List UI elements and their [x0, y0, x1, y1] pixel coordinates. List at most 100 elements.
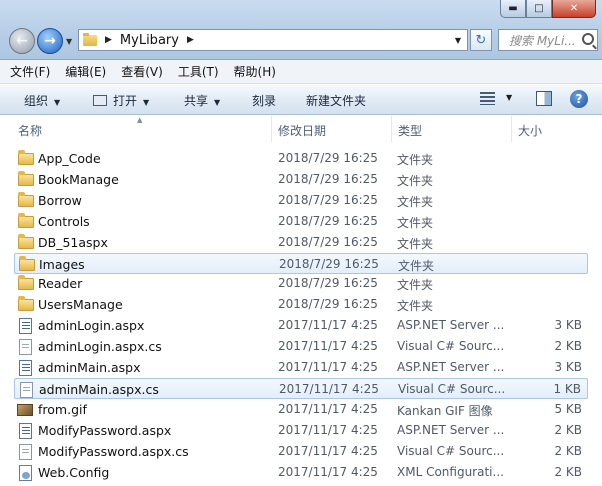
- file-name: BookManage: [38, 171, 119, 187]
- search-input[interactable]: 搜索 MyLi...: [498, 29, 598, 51]
- file-type: XML Configurati...: [397, 464, 504, 479]
- menu-file[interactable]: 文件(F): [10, 63, 50, 80]
- file-name: Images: [39, 256, 85, 272]
- column-separator[interactable]: [271, 116, 272, 142]
- close-button[interactable]: ✕: [552, 0, 596, 18]
- file-row[interactable]: from.gif 2017/11/17 4:25 Kankan GIF 图像 5 KB: [14, 399, 588, 420]
- file-date: 2018/7/29 16:25: [279, 256, 379, 271]
- file-row[interactable]: adminLogin.aspx 2017/11/17 4:25 ASP.NET Se…: [14, 315, 588, 336]
- chevron-right-icon[interactable]: ▶: [105, 35, 112, 45]
- file-row[interactable]: UsersManage 2018/7/29 16:25 文件夹: [14, 294, 588, 315]
- file-row[interactable]: adminMain.aspx.cs 2017/11/17 4:25 Visual C…: [14, 377, 588, 399]
- file-name: adminLogin.aspx.cs: [38, 339, 162, 355]
- chevron-right-icon[interactable]: ▶: [187, 35, 194, 45]
- file-date: 2017/11/17 4:25: [278, 318, 378, 333]
- menu-help[interactable]: 帮助(H): [234, 63, 276, 80]
- file-row[interactable]: adminLogin.aspx.cs 2017/11/17 4:25 Visual …: [14, 336, 588, 357]
- burn-button[interactable]: 刻录: [252, 92, 276, 109]
- menu-view[interactable]: 查看(V): [121, 63, 163, 80]
- window-controls: ▬ □ ✕: [500, 0, 596, 18]
- file-date: 2017/11/17 4:25: [278, 422, 378, 437]
- file-row[interactable]: Borrow 2018/7/29 16:25 文件夹: [14, 190, 588, 211]
- folder-icon: [18, 275, 34, 291]
- folder-icon: [18, 191, 34, 207]
- file-size: 3 KB: [554, 360, 582, 374]
- file-type: 文件夹: [398, 258, 435, 273]
- help-icon[interactable]: ?: [570, 90, 588, 108]
- share-label: 共享: [184, 94, 209, 108]
- aspx-file-icon: [19, 318, 32, 335]
- preview-pane-icon[interactable]: [536, 91, 552, 106]
- folder-icon: [19, 255, 35, 271]
- file-date: 2017/11/17 4:25: [278, 464, 378, 479]
- file-size: 3 KB: [554, 318, 582, 333]
- file-date: 2017/11/17 4:25: [278, 443, 378, 458]
- file-name: UsersManage: [38, 297, 123, 313]
- cs-file-icon: [19, 443, 32, 460]
- views-dropdown-icon[interactable]: ▼: [506, 93, 512, 102]
- history-dropdown-icon[interactable]: ▼: [66, 37, 72, 46]
- file-type: Visual C# Sourc...: [397, 443, 505, 458]
- column-date[interactable]: 修改日期: [278, 122, 326, 139]
- address-bar[interactable]: ▶ MyLibary ▶ ▼: [78, 29, 468, 51]
- back-button[interactable]: ←: [9, 28, 35, 54]
- file-row[interactable]: Web.Config 2017/11/17 4:25 XML Configurati…: [14, 462, 588, 483]
- menu-edit[interactable]: 编辑(E): [65, 63, 106, 80]
- column-type[interactable]: 类型: [398, 122, 422, 139]
- file-type: ASP.NET Server ...: [397, 422, 505, 437]
- column-headers: ▲ 名称 修改日期 类型 大小: [0, 116, 602, 142]
- views-icon[interactable]: [480, 92, 495, 105]
- file-row[interactable]: BookManage 2018/7/29 16:25 文件夹: [14, 169, 588, 190]
- address-dropdown-icon[interactable]: ▼: [455, 36, 461, 45]
- maximize-button[interactable]: □: [526, 0, 552, 18]
- file-row[interactable]: Images 2018/7/29 16:25 文件夹: [14, 252, 588, 274]
- forward-arrow-icon: →: [44, 33, 56, 49]
- column-size[interactable]: 大小: [518, 122, 542, 139]
- share-button[interactable]: 共享 ▼: [184, 92, 220, 109]
- file-type: Kankan GIF 图像: [397, 403, 493, 418]
- search-icon[interactable]: [582, 33, 594, 45]
- title-bar: ▬ □ ✕ ← → ▼ ▶ MyLibary ▶ ▼ ↻ 搜索 MyLi...: [0, 0, 602, 60]
- file-row[interactable]: Controls 2018/7/29 16:25 文件夹: [14, 211, 588, 232]
- column-separator[interactable]: [391, 116, 392, 142]
- back-arrow-icon: ←: [16, 33, 28, 49]
- file-row[interactable]: adminMain.aspx 2017/11/17 4:25 ASP.NET Ser…: [14, 357, 588, 378]
- new-folder-button[interactable]: 新建文件夹: [306, 92, 366, 109]
- file-size: 5 KB: [554, 401, 582, 416]
- file-date: 2018/7/29 16:25: [278, 171, 378, 186]
- search-placeholder: 搜索 MyLi...: [509, 33, 576, 48]
- file-name: ModifyPassword.aspx: [38, 422, 172, 438]
- file-date: 2017/11/17 4:25: [279, 381, 379, 396]
- column-separator[interactable]: [511, 116, 512, 142]
- menu-tools[interactable]: 工具(T): [178, 63, 219, 80]
- file-date: 2018/7/29 16:25: [278, 276, 378, 291]
- file-row[interactable]: ModifyPassword.aspx.cs 2017/11/17 4:25 Vis…: [14, 441, 588, 462]
- file-row[interactable]: Reader 2018/7/29 16:25 文件夹: [14, 273, 588, 294]
- folder-icon: [18, 150, 34, 165]
- file-type: 文件夹: [397, 215, 434, 230]
- minimize-button[interactable]: ▬: [500, 0, 526, 18]
- file-name: from.gif: [38, 401, 87, 417]
- file-date: 2018/7/29 16:25: [278, 297, 378, 312]
- file-name: adminLogin.aspx: [38, 318, 145, 334]
- file-type: Visual C# Sourc...: [397, 339, 505, 354]
- refresh-button[interactable]: ↻: [470, 29, 492, 51]
- file-name: adminMain.aspx: [38, 360, 141, 375]
- breadcrumb-mylibary[interactable]: MyLibary: [120, 33, 179, 48]
- file-size: 1 KB: [553, 381, 581, 396]
- forward-button[interactable]: →: [37, 28, 63, 54]
- file-date: 2018/7/29 16:25: [278, 151, 378, 165]
- open-button[interactable]: 打开 ▼: [93, 92, 149, 109]
- file-row[interactable]: DB_51aspx 2018/7/29 16:25 文件夹: [14, 232, 588, 253]
- file-size: 2 KB: [554, 422, 582, 437]
- file-row[interactable]: ModifyPassword.aspx 2017/11/17 4:25 ASP.NE…: [14, 420, 588, 441]
- organize-button[interactable]: 组织 ▼: [24, 92, 60, 109]
- file-row[interactable]: App_Code 2018/7/29 16:25 文件夹: [14, 148, 588, 169]
- open-label: 打开: [113, 94, 138, 108]
- file-size: 2 KB: [554, 464, 582, 479]
- open-icon: [93, 95, 107, 106]
- folder-icon: [18, 233, 34, 249]
- column-name[interactable]: 名称: [18, 122, 42, 139]
- file-type: 文件夹: [397, 173, 434, 188]
- file-type: ASP.NET Server ...: [397, 318, 505, 333]
